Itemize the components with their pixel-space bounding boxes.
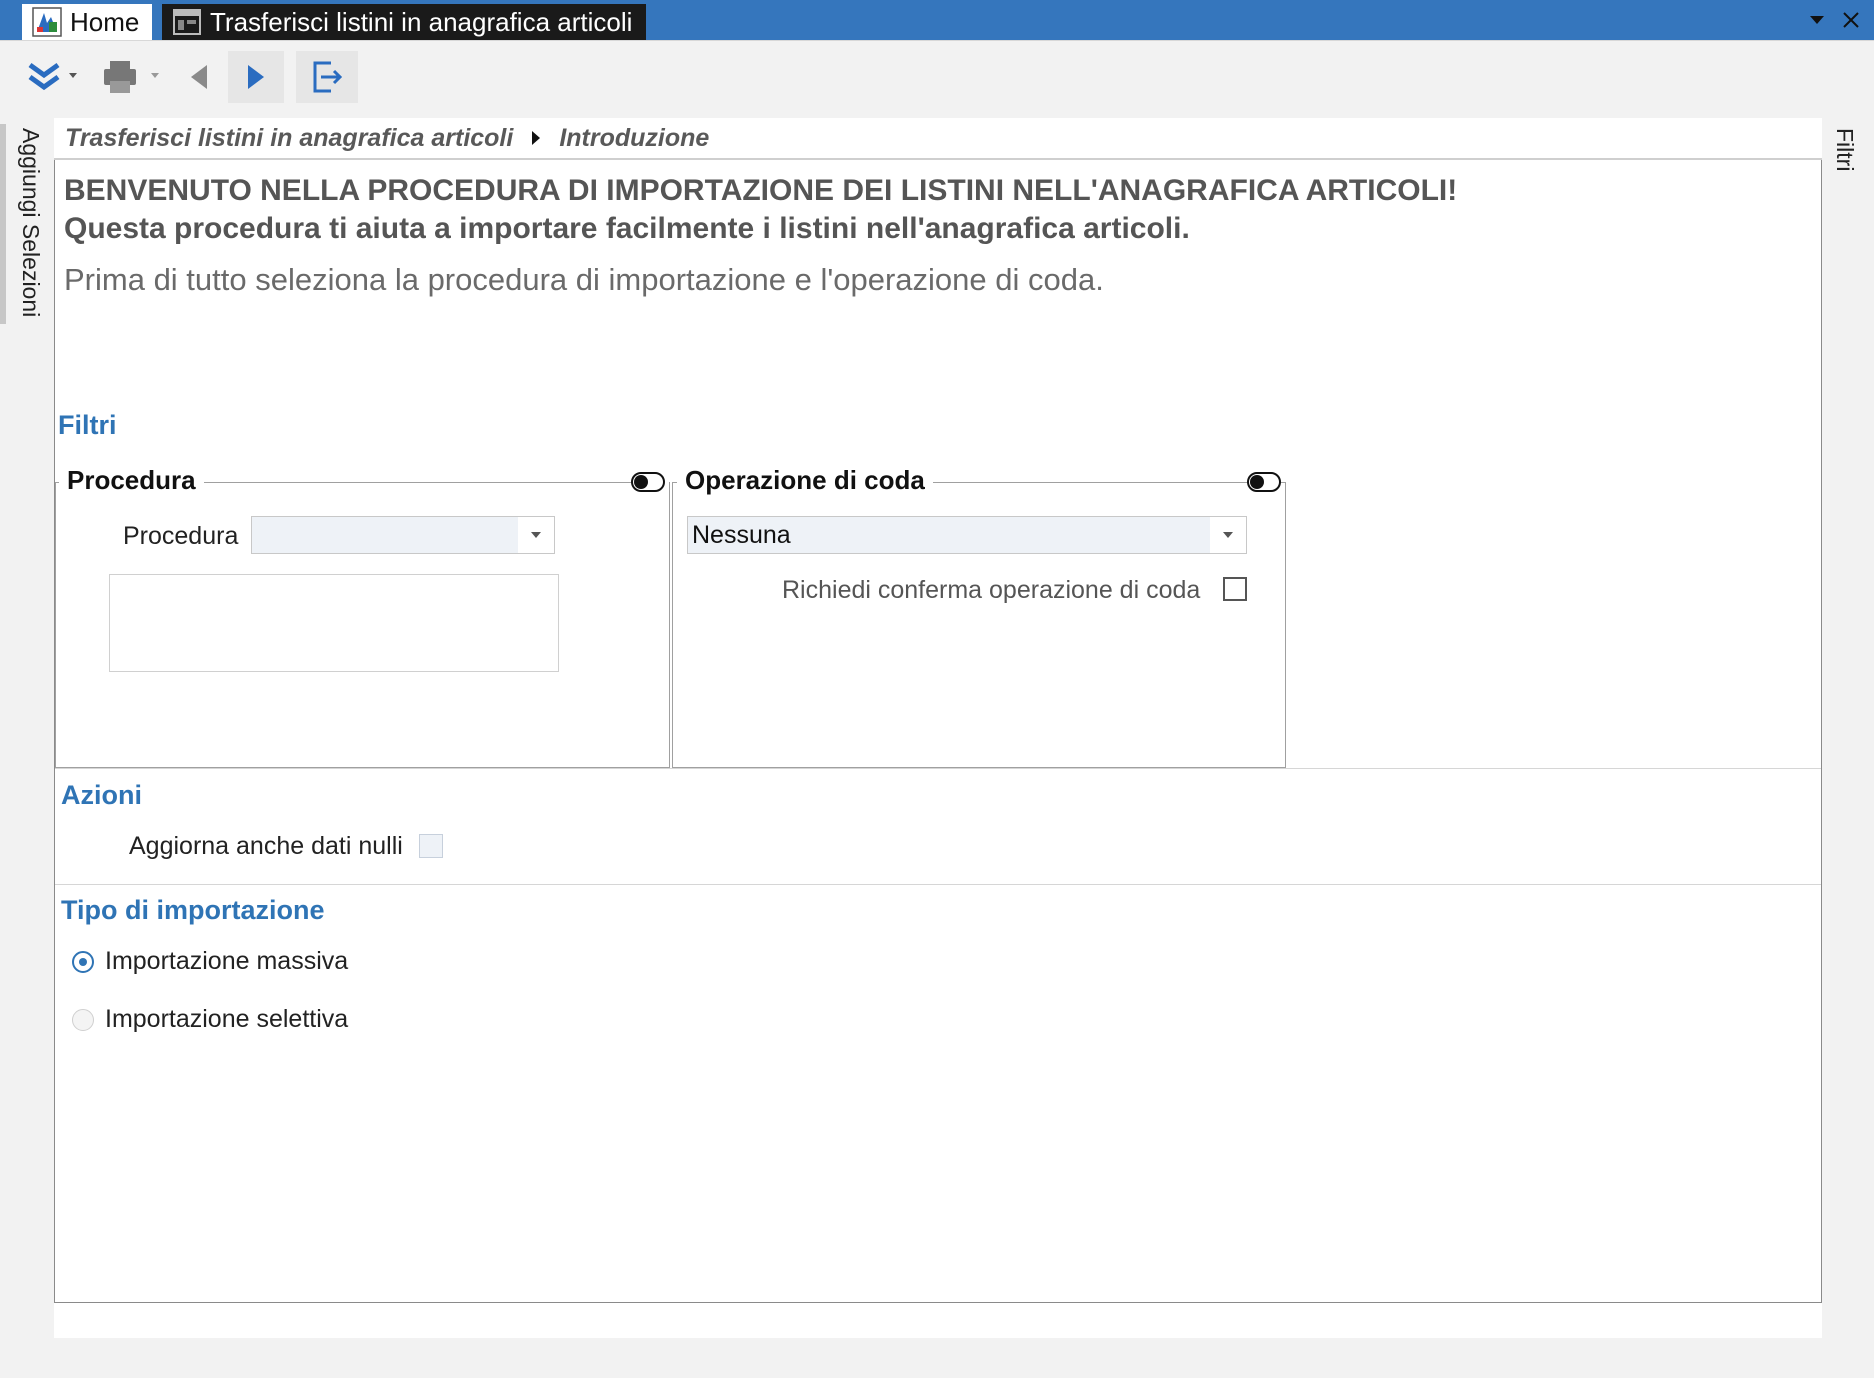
- close-icon: [1843, 12, 1859, 28]
- filters-rail-label[interactable]: Filtri: [1831, 128, 1858, 171]
- intro-text: Prima di tutto seleziona la procedura di…: [64, 262, 1104, 297]
- back-icon: [191, 65, 207, 89]
- main-panel: Trasferisci listini in anagrafica artico…: [54, 118, 1822, 1304]
- selective-import-label[interactable]: Importazione selettiva: [105, 1005, 348, 1034]
- forward-icon: [248, 65, 264, 89]
- welcome-heading: BENVENUTO NELLA PROCEDURA DI IMPORTAZION…: [64, 174, 1458, 207]
- procedura-select[interactable]: [251, 516, 555, 554]
- tab-menu-dropdown[interactable]: [1802, 6, 1832, 34]
- status-strip: [54, 1304, 1822, 1338]
- wizard-content: BENVENUTO NELLA PROCEDURA DI IMPORTAZION…: [54, 160, 1822, 1303]
- app-logo-icon: [32, 7, 62, 37]
- filters-section-title: Filtri: [58, 410, 117, 440]
- chevron-down-icon[interactable]: [1210, 517, 1246, 553]
- breadcrumb-separator-icon: [531, 130, 541, 146]
- coda-toggle-icon[interactable]: [1247, 472, 1281, 492]
- coda-group-title: Operazione di coda: [677, 465, 933, 496]
- procedura-description-box: [109, 574, 559, 672]
- procedura-field-label: Procedura: [123, 522, 239, 550]
- tab-home-label: Home: [70, 6, 140, 37]
- expand-icon: [28, 62, 77, 91]
- section-divider: [55, 768, 1821, 769]
- back-button[interactable]: [178, 51, 220, 103]
- tab-document[interactable]: Trasferisci listini in anagrafica artico…: [162, 4, 646, 40]
- coda-select[interactable]: Nessuna: [687, 516, 1247, 554]
- breadcrumb: Trasferisci listini in anagrafica artico…: [54, 118, 1822, 160]
- expand-button[interactable]: [12, 51, 88, 103]
- procedura-toggle-icon[interactable]: [631, 472, 665, 492]
- print-button[interactable]: [96, 51, 168, 103]
- exit-button[interactable]: [296, 51, 358, 103]
- tab-document-label: Trasferisci listini in anagrafica artico…: [210, 6, 633, 37]
- print-icon: [104, 61, 159, 93]
- update-nulls-label: Aggiorna anche dati nulli: [129, 832, 403, 860]
- window-icon: [173, 9, 201, 35]
- rail-marker: [0, 124, 6, 324]
- massive-import-label[interactable]: Importazione massiva: [105, 947, 348, 976]
- massive-import-radio[interactable]: [72, 951, 94, 973]
- breadcrumb-root[interactable]: Trasferisci listini in anagrafica artico…: [65, 124, 513, 153]
- import-type-section-title: Tipo di importazione: [61, 895, 325, 925]
- forward-button[interactable]: [228, 51, 284, 103]
- title-bar: Home Trasferisci listini in anagrafica a…: [0, 0, 1874, 40]
- add-selections-label[interactable]: Aggiungi Selezioni: [17, 128, 44, 317]
- procedura-group-title: Procedura: [59, 465, 204, 496]
- coda-select-value: Nessuna: [688, 517, 1210, 553]
- welcome-subheading: Questa procedura ti aiuta a importare fa…: [64, 212, 1190, 245]
- selective-import-radio[interactable]: [72, 1009, 94, 1031]
- chevron-down-icon[interactable]: [518, 517, 554, 553]
- breadcrumb-current: Introduzione: [559, 123, 710, 152]
- add-selections-rail[interactable]: Aggiungi Selezioni: [0, 116, 54, 1356]
- update-nulls-checkbox[interactable]: [419, 834, 443, 858]
- actions-section-title: Azioni: [61, 780, 142, 810]
- chevron-down-icon: [1810, 16, 1824, 24]
- toolbar: [0, 40, 1874, 117]
- coda-confirm-checkbox[interactable]: [1223, 577, 1247, 601]
- procedura-select-value: [252, 517, 518, 553]
- coda-confirm-label: Richiedi conferma operazione di coda: [782, 576, 1201, 604]
- close-tab-button[interactable]: [1836, 6, 1866, 34]
- tab-home[interactable]: Home: [22, 4, 152, 40]
- exit-icon: [313, 61, 343, 93]
- section-divider: [55, 884, 1821, 885]
